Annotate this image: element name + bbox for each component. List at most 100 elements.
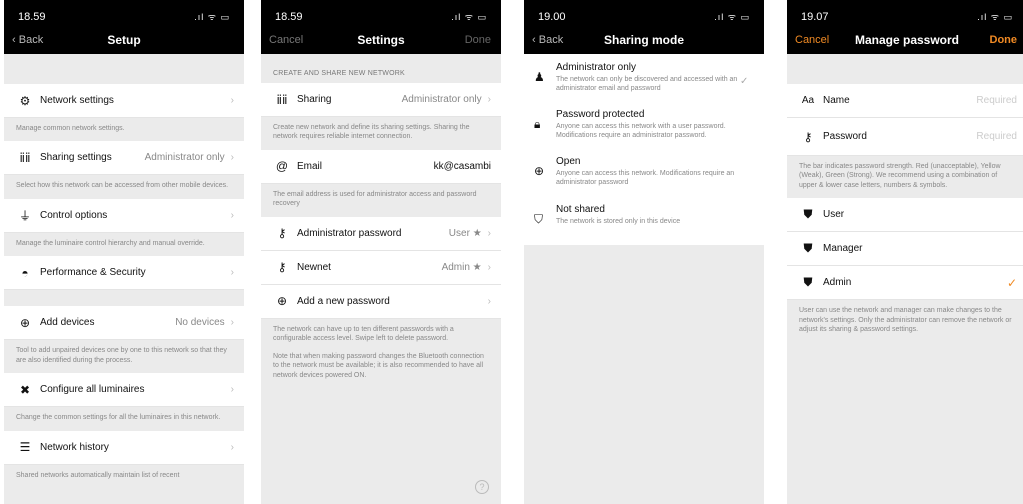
mode-list: ♟ Administrator only The network can onl…: [524, 54, 764, 245]
mode-option[interactable]: ⛉ Not shared The network is stored only …: [524, 195, 764, 245]
row-label: Email: [297, 160, 323, 172]
row-description: Create new network and define its sharin…: [261, 117, 501, 150]
row-description: Note that when making password changes t…: [261, 351, 501, 388]
mode-option[interactable]: 🔒︎ Password protected Anyone can access …: [524, 101, 764, 149]
row-label: Sharing: [297, 94, 332, 105]
spacer: [4, 54, 244, 84]
row-label: Add devices: [40, 317, 95, 329]
chevron-right-icon: ›: [487, 227, 491, 239]
checkmark-icon: [740, 156, 754, 187]
network-history-row[interactable]: ☰ Network history ›: [4, 430, 244, 465]
row-label: Newnet: [297, 261, 331, 273]
back-button[interactable]: ‹ Back: [12, 34, 43, 46]
status-bar: 18.59 .ıl ᯤ ▭: [4, 0, 244, 26]
settings-screen: 18.59 .ıl ᯤ ▭ Cancel Settings Done CREAT…: [261, 0, 501, 504]
nav-bar: Cancel Manage password Done: [787, 26, 1023, 54]
chevron-right-icon: ›: [230, 384, 234, 396]
nav-bar: ‹ Back Setup: [4, 26, 244, 54]
performance-security-row[interactable]: ◓ Performance & Security ›: [4, 256, 244, 291]
people-icon: ⅱⅱ: [276, 92, 288, 107]
checkmark-icon: ✓: [1006, 275, 1017, 290]
section-header: CREATE AND SHARE NEW NETWORK: [261, 62, 501, 83]
back-button[interactable]: ‹ Back: [532, 34, 563, 46]
row-description: Tool to add unpaired devices one by one …: [4, 340, 244, 374]
password-row[interactable]: ⚷ Newnet Admin ★ ›: [261, 250, 501, 285]
chevron-right-icon: ›: [230, 267, 234, 279]
add-devices-row[interactable]: ⊕ Add devices No devices ›: [4, 306, 244, 341]
chevron-right-icon: ›: [487, 261, 491, 273]
status-time: 19.07: [801, 11, 829, 23]
page-title: Sharing mode: [603, 33, 684, 47]
level-user-row[interactable]: ⛊ User: [787, 198, 1023, 233]
mode-text: Open Anyone can access this network. Mod…: [556, 156, 740, 187]
mode-title: Administrator only: [556, 62, 637, 73]
signal-wifi-battery-icon: .ıl ᯤ ▭: [714, 12, 750, 22]
cancel-button[interactable]: Cancel: [269, 34, 303, 46]
network-settings-row[interactable]: ⚙ Network settings ›: [4, 84, 244, 118]
control-options-row[interactable]: ⏚ Control options ›: [4, 198, 244, 233]
row-label: Password: [823, 131, 867, 142]
mode-option[interactable]: ♟ Administrator only The network can onl…: [524, 54, 764, 102]
row-description: Shared networks automatically maintain l…: [4, 464, 244, 489]
lock-icon: 🔒︎: [534, 117, 541, 132]
gear-icon: ⚙: [19, 93, 31, 108]
help-icon[interactable]: ?: [475, 480, 489, 494]
chevron-right-icon: ›: [487, 295, 491, 307]
name-input[interactable]: Required: [976, 95, 1017, 106]
row-description: The email address is used for administra…: [261, 183, 501, 217]
password-input[interactable]: Required: [976, 131, 1017, 142]
row-label: User: [823, 209, 845, 221]
row-label: Add a new password: [297, 295, 390, 307]
row-value: Admin ★: [441, 261, 482, 273]
text-icon: Aa: [801, 95, 815, 106]
mode-description: The network can only be discovered and a…: [556, 76, 738, 93]
signal-wifi-battery-icon: .ıl ᯤ ▭: [451, 12, 487, 22]
configure-luminaires-row[interactable]: ✖ Configure all luminaires ›: [4, 373, 244, 408]
row-label: Network settings: [40, 95, 114, 106]
gauge-icon: ◓: [21, 265, 29, 280]
mode-title: Password protected: [556, 109, 645, 121]
password-field-row[interactable]: ⚷ Password Required: [787, 118, 1023, 156]
setup-screen: 18.59 .ıl ᯤ ▭ ‹ Back Setup ⚙ Network set…: [4, 0, 244, 504]
password-row[interactable]: ⚷ Administrator password User ★ ›: [261, 216, 501, 251]
name-field-row[interactable]: Aa Name Required: [787, 84, 1023, 118]
page-title: Settings: [357, 33, 405, 47]
mode-text: Administrator only The network can only …: [556, 62, 740, 93]
row-label: Admin: [823, 277, 852, 289]
chevron-right-icon: ›: [230, 152, 234, 164]
nav-bar: Cancel Settings Done: [261, 26, 501, 54]
sharing-mode-screen: 19.00 .ıl ᯤ ▭ ‹ Back Sharing mode ♟ Admi…: [524, 0, 764, 504]
admin-icon: ♟: [534, 70, 545, 84]
done-button[interactable]: Done: [465, 34, 491, 46]
shield-icon: ⛊: [803, 241, 813, 256]
email-field[interactable]: kk@casambi: [434, 161, 491, 172]
email-row[interactable]: @ Email kk@casambi: [261, 149, 501, 184]
row-label: Name: [823, 95, 850, 106]
level-admin-row[interactable]: ⛊ Admin ✓: [787, 266, 1023, 301]
chevron-right-icon: ›: [230, 209, 234, 221]
row-label: Configure all luminaires: [40, 384, 145, 396]
add-password-row[interactable]: ⊕ Add a new password ›: [261, 284, 501, 319]
cancel-button[interactable]: Cancel: [795, 34, 829, 46]
level-manager-row[interactable]: ⛊ Manager: [787, 232, 1023, 267]
mode-description: Anyone can access this network with a us…: [556, 123, 726, 140]
sharing-row[interactable]: ⅱⅱ Sharing Administrator only ›: [261, 83, 501, 117]
no-share-icon: ⛉: [534, 211, 544, 226]
key-icon: ⚷: [277, 260, 287, 275]
spacer: [4, 290, 244, 307]
row-label: Manager: [823, 243, 863, 255]
sharing-settings-row[interactable]: ⅱⅱ Sharing settings Administrator only ›: [4, 141, 244, 176]
status-bar: 19.07 .ıl ᯤ ▭: [787, 0, 1023, 26]
manage-password-screen: 19.07 .ıl ᯤ ▭ Cancel Manage password Don…: [787, 0, 1023, 504]
done-button[interactable]: Done: [990, 34, 1018, 46]
page-title: Setup: [107, 33, 141, 47]
mode-text: Password protected Anyone can access thi…: [556, 109, 740, 140]
strength-description: The bar indicates password strength. Red…: [787, 156, 1023, 199]
plus-icon: ⊕: [276, 294, 288, 309]
mode-option[interactable]: ⊕ Open Anyone can access this network. M…: [524, 148, 764, 196]
row-label: Administrator password: [297, 227, 402, 239]
shield-icon: ⛊: [803, 207, 813, 222]
row-description: The network can have up to ten different…: [261, 318, 501, 352]
chevron-right-icon: ›: [230, 317, 234, 329]
plus-icon: ⊕: [19, 315, 31, 330]
